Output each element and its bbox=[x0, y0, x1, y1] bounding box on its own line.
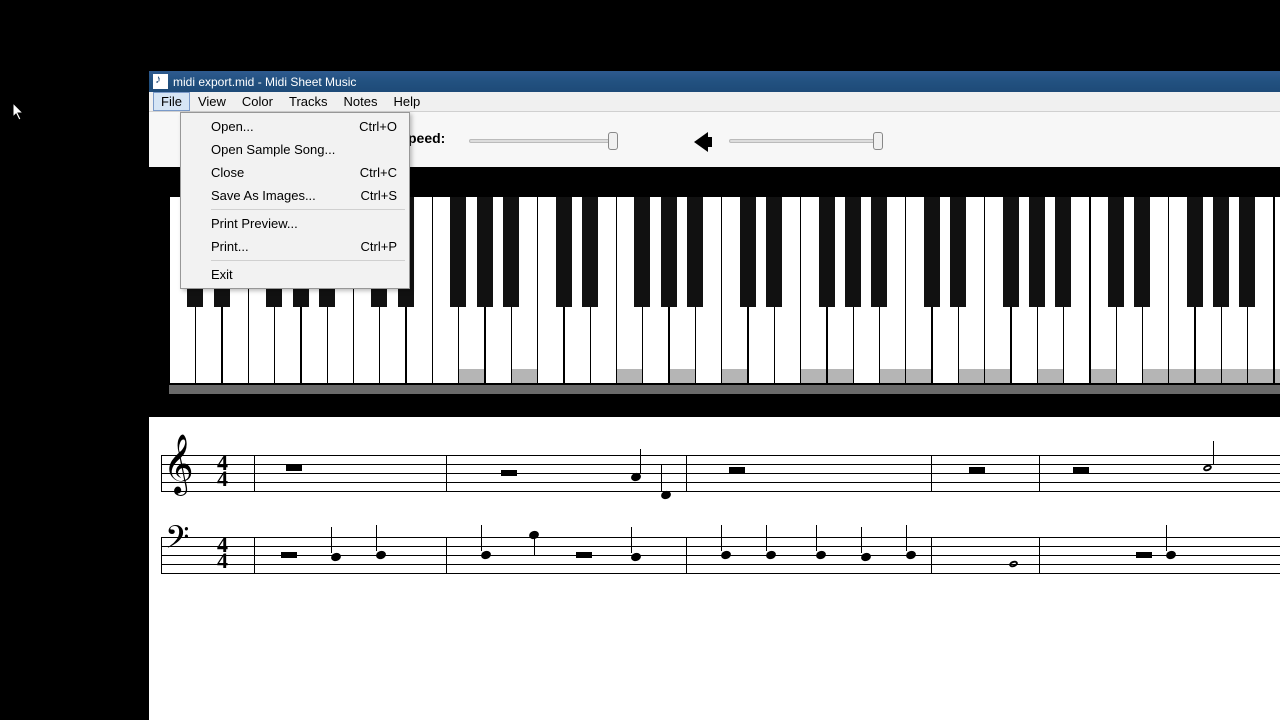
file-menu-dropdown: Open... Ctrl+O Open Sample Song... Close Ctr… bbox=[180, 112, 410, 289]
piano-black-key[interactable] bbox=[556, 197, 572, 307]
volume-slider[interactable] bbox=[729, 139, 879, 143]
menu-notes[interactable]: Notes bbox=[336, 92, 386, 111]
piano-black-key[interactable] bbox=[1213, 197, 1229, 307]
piano-black-key[interactable] bbox=[634, 197, 650, 307]
volume-icon bbox=[694, 132, 708, 152]
piano-black-key[interactable] bbox=[845, 197, 861, 307]
sheet-music-panel: 𝄞 4 4 𝄢 4 4 bbox=[149, 425, 1280, 720]
bass-clef-icon: 𝄢 bbox=[165, 523, 189, 561]
file-menu-item[interactable]: Close Ctrl+C bbox=[183, 161, 407, 184]
speed-slider[interactable] bbox=[469, 139, 614, 143]
file-menu-item[interactable]: Print Preview... bbox=[183, 212, 407, 235]
piano-black-key[interactable] bbox=[950, 197, 966, 307]
menu-separator bbox=[211, 209, 405, 210]
piano-black-key[interactable] bbox=[450, 197, 466, 307]
piano-black-key[interactable] bbox=[1055, 197, 1071, 307]
menu-item-label: Open... bbox=[211, 119, 254, 134]
piano-black-key[interactable] bbox=[924, 197, 940, 307]
piano-black-key[interactable] bbox=[582, 197, 598, 307]
speed-label: peed: bbox=[408, 130, 445, 146]
menu-color[interactable]: Color bbox=[234, 92, 281, 111]
piano-black-key[interactable] bbox=[819, 197, 835, 307]
menu-item-shortcut: Ctrl+P bbox=[361, 239, 397, 254]
piano-black-key[interactable] bbox=[766, 197, 782, 307]
piano-black-key[interactable] bbox=[740, 197, 756, 307]
piano-black-key[interactable] bbox=[1239, 197, 1255, 307]
piano-black-key[interactable] bbox=[1003, 197, 1019, 307]
menu-view[interactable]: View bbox=[190, 92, 234, 111]
piano-black-key[interactable] bbox=[1134, 197, 1150, 307]
menu-separator bbox=[211, 260, 405, 261]
piano-black-key[interactable] bbox=[687, 197, 703, 307]
window-title: midi export.mid - Midi Sheet Music bbox=[173, 75, 356, 89]
file-menu-item[interactable]: Print... Ctrl+P bbox=[183, 235, 407, 258]
menu-item-label: Print... bbox=[211, 239, 249, 254]
file-menu-item[interactable]: Save As Images... Ctrl+S bbox=[183, 184, 407, 207]
file-menu-item[interactable]: Open Sample Song... bbox=[183, 138, 407, 161]
menu-item-label: Close bbox=[211, 165, 244, 180]
menu-item-shortcut: Ctrl+S bbox=[361, 188, 397, 203]
piano-bottom-strip bbox=[169, 385, 1280, 394]
menu-item-label: Save As Images... bbox=[211, 188, 316, 203]
menu-item-label: Print Preview... bbox=[211, 216, 298, 231]
menu-item-label: Open Sample Song... bbox=[211, 142, 335, 157]
menu-item-shortcut: Ctrl+O bbox=[359, 119, 397, 134]
piano-white-key[interactable] bbox=[1274, 197, 1280, 383]
piano-black-key[interactable] bbox=[1108, 197, 1124, 307]
time-signature-treble: 4 4 bbox=[217, 455, 228, 487]
file-menu-item[interactable]: Open... Ctrl+O bbox=[183, 115, 407, 138]
time-signature-bass: 4 4 bbox=[217, 537, 228, 569]
menu-file[interactable]: File bbox=[153, 92, 190, 111]
volume-slider-thumb[interactable] bbox=[873, 132, 883, 150]
mouse-cursor-icon bbox=[12, 102, 28, 124]
treble-clef-icon: 𝄞 bbox=[163, 439, 194, 491]
titlebar[interactable]: midi export.mid - Midi Sheet Music bbox=[149, 71, 1280, 92]
menu-tracks[interactable]: Tracks bbox=[281, 92, 336, 111]
piano-black-key[interactable] bbox=[503, 197, 519, 307]
menu-help[interactable]: Help bbox=[385, 92, 428, 111]
piano-black-key[interactable] bbox=[477, 197, 493, 307]
file-menu-item[interactable]: Exit bbox=[183, 263, 407, 286]
piano-black-key[interactable] bbox=[1187, 197, 1203, 307]
menubar: File View Color Tracks Notes Help bbox=[149, 92, 1280, 112]
menu-item-shortcut: Ctrl+C bbox=[360, 165, 397, 180]
piano-black-key[interactable] bbox=[661, 197, 677, 307]
menu-item-label: Exit bbox=[211, 267, 233, 282]
speed-slider-thumb[interactable] bbox=[608, 132, 618, 150]
piano-black-key[interactable] bbox=[1029, 197, 1045, 307]
app-icon bbox=[153, 74, 168, 89]
piano-black-key[interactable] bbox=[871, 197, 887, 307]
